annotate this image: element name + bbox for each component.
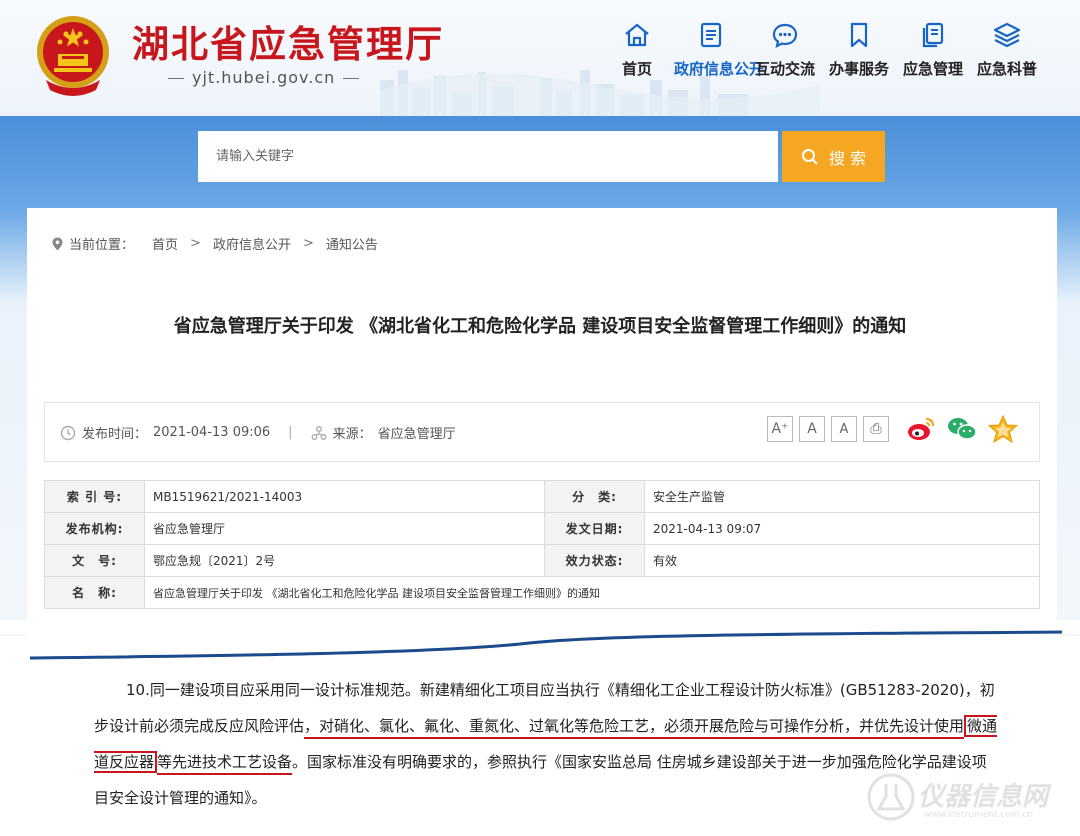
table-row: 索 引 号: MB1519621/2021-14003 分 类: 安全生产监管: [44, 480, 1040, 513]
table-key: 分 类:: [544, 480, 645, 513]
weibo-icon[interactable]: [905, 414, 937, 444]
table-value: 省应急管理厅关于印发 《湖北省化工和危险化学品 建设项目安全监督管理工作细则》的…: [144, 576, 1040, 609]
table-row: 文 号: 鄂应急规〔2021〕2号 效力状态: 有效: [44, 544, 1040, 577]
site-header: 湖北省应急管理厅 yjt.hubei.gov.cn 首页 政府信息公开 互动交流…: [0, 0, 1080, 116]
breadcrumb-gov-info[interactable]: 政府信息公开: [213, 234, 291, 253]
clock-icon: [60, 425, 76, 440]
nav-item-science[interactable]: 应急科普: [970, 20, 1044, 79]
document-list-icon: [700, 22, 722, 48]
font-smaller-button[interactable]: A: [831, 416, 857, 442]
search-icon: [801, 148, 818, 165]
source-value: 省应急管理厅: [377, 427, 456, 442]
breadcrumb-home[interactable]: 首页: [152, 234, 178, 253]
table-key: 名 称:: [44, 576, 145, 609]
nav-label: 应急管理: [902, 60, 963, 78]
print-button[interactable]: ⎙: [863, 416, 889, 442]
home-icon: [625, 23, 649, 47]
main-nav: 首页 政府信息公开 互动交流 办事服务 应急管理 应急科普: [600, 20, 1044, 79]
nav-label: 应急科普: [976, 60, 1037, 78]
nav-item-emergency[interactable]: 应急管理: [896, 20, 970, 79]
breadcrumb: 当前位置： 首页 > 政府信息公开 > 通知公告: [52, 234, 378, 253]
site-title: 湖北省应急管理厅: [132, 23, 444, 66]
bookmark-icon: [850, 22, 868, 48]
site-domain: yjt.hubei.gov.cn: [160, 68, 367, 87]
font-larger-button[interactable]: A⁺: [767, 416, 793, 442]
breadcrumb-separator: >: [190, 236, 201, 251]
table-row: 名 称: 省应急管理厅关于印发 《湖北省化工和危险化学品 建设项目安全监督管理工…: [44, 576, 1040, 609]
meta-divider: |: [288, 425, 293, 440]
source-org-icon: [311, 425, 327, 440]
underlined-text: 等先进技术工艺设备: [157, 753, 293, 775]
font-default-button[interactable]: A: [799, 416, 825, 442]
nav-item-home[interactable]: 首页: [600, 20, 674, 79]
nav-item-services[interactable]: 办事服务: [822, 20, 896, 79]
breadcrumb-separator: >: [302, 236, 314, 251]
nav-label: 政府信息公开: [674, 60, 765, 78]
page-title: 省应急管理厅关于印发 《湖北省化工和危险化学品 建设项目安全监督管理工作细则》的…: [173, 316, 907, 337]
watermark-text: 仪器信息网: [918, 782, 1049, 812]
wechat-icon[interactable]: [946, 414, 978, 444]
breadcrumb-prefix: 当前位置：: [69, 238, 135, 253]
article-excerpt: 10.同一建设项目应采用同一设计标准规范。新建精细化工项目应当执行《精细化工企业…: [94, 672, 999, 816]
stacked-docs-icon: [922, 22, 944, 48]
table-value: 省应急管理厅: [144, 512, 545, 545]
nav-label: 互动交流: [754, 60, 815, 78]
article-meta: 发布时间： 2021-04-13 09:06 | 来源： 省应急管理厅: [60, 423, 456, 442]
nav-item-gov-info[interactable]: 政府信息公开: [674, 20, 765, 79]
watermark-url: www.instrument.com.cn: [924, 810, 1034, 820]
table-key: 索 引 号:: [44, 480, 145, 513]
chat-bubble-icon: [772, 23, 798, 49]
publish-time: 2021-04-13 09:06: [153, 425, 271, 440]
table-value: 有效: [644, 544, 1040, 577]
search-button[interactable]: 搜 索: [782, 131, 885, 182]
search-button-label: 搜 索: [828, 148, 867, 168]
favorite-star-icon[interactable]: [987, 414, 1019, 444]
table-value: 安全生产监管: [644, 480, 1040, 513]
watermark: 仪器信息网 www.instrument.com.cn: [866, 770, 1066, 826]
table-value: MB1519621/2021-14003: [144, 480, 545, 513]
search-input[interactable]: [198, 131, 778, 182]
location-pin-icon: [52, 237, 63, 250]
breadcrumb-notices[interactable]: 通知公告: [326, 234, 378, 253]
table-value: 鄂应急规〔2021〕2号: [144, 544, 545, 577]
section-divider-wave: [0, 620, 1080, 660]
nav-label: 首页: [621, 60, 652, 78]
layers-icon: [993, 22, 1021, 48]
table-row: 发布机构: 省应急管理厅 发文日期: 2021-04-13 09:07: [44, 512, 1040, 545]
nav-label: 办事服务: [828, 60, 889, 78]
document-info-table: 索 引 号: MB1519621/2021-14003 分 类: 安全生产监管 …: [44, 480, 1040, 609]
table-key: 效力状态:: [544, 544, 645, 577]
nav-item-interaction[interactable]: 互动交流: [748, 20, 822, 79]
table-key: 发布机构:: [44, 512, 145, 545]
national-emblem-logo: [37, 16, 109, 96]
source-label: 来源：: [332, 427, 372, 442]
table-value: 2021-04-13 09:07: [644, 512, 1040, 545]
table-key: 发文日期:: [544, 512, 645, 545]
table-key: 文 号:: [44, 544, 145, 577]
flask-icon: [867, 773, 915, 821]
publish-time-label: 发布时间：: [82, 427, 148, 442]
underlined-text: ，对硝化、氯化、氟化、重氮化、过氧化等危险工艺，必须开展危险与可操作分析，并优先…: [304, 717, 965, 739]
